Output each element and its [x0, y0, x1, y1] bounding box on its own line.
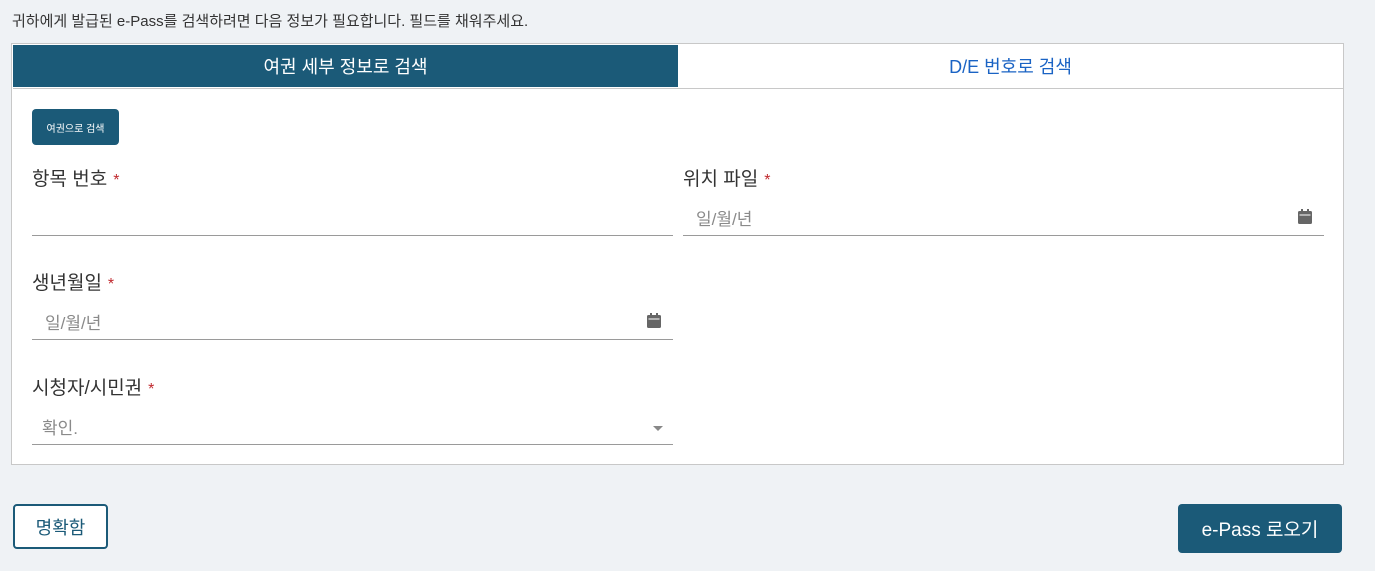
required-mark: *: [764, 172, 771, 189]
search-panel: 여권 세부 정보로 검색 D/E 번호로 검색 여권으로 검색 항목 번호 * …: [11, 43, 1344, 465]
birth-date-field: 생년월일 * 일/월/년: [32, 268, 673, 340]
search-tabs: 여권 세부 정보로 검색 D/E 번호로 검색: [13, 45, 1343, 89]
tab-de-number[interactable]: D/E 번호로 검색: [678, 45, 1343, 87]
location-file-field: 위치 파일 * 일/월/년: [683, 164, 1324, 236]
item-number-field: 항목 번호 *: [32, 164, 673, 236]
birth-date-label: 생년월일: [32, 273, 102, 294]
chevron-down-icon[interactable]: [653, 426, 663, 431]
citizenship-select[interactable]: 확인.: [32, 408, 673, 445]
intro-text: 귀하에게 발급된 e-Pass를 검색하려면 다음 정보가 필요합니다. 필드를…: [12, 13, 529, 30]
calendar-icon[interactable]: [1298, 209, 1312, 224]
tab-passport-details[interactable]: 여권 세부 정보로 검색: [13, 45, 678, 87]
epass-lookup-button[interactable]: e-Pass 로오기: [1178, 504, 1342, 553]
calendar-icon[interactable]: [647, 313, 661, 328]
item-number-input[interactable]: [32, 199, 673, 236]
location-file-placeholder: 일/월/년: [696, 209, 753, 229]
location-file-date-input[interactable]: 일/월/년: [683, 199, 1324, 236]
required-mark: *: [148, 381, 155, 398]
required-mark: *: [113, 172, 120, 189]
search-by-passport-button[interactable]: 여권으로 검색: [32, 109, 119, 145]
birth-date-input[interactable]: 일/월/년: [32, 303, 673, 340]
citizenship-selected-value: 확인.: [42, 418, 79, 438]
location-file-label: 위치 파일: [683, 169, 759, 190]
clear-button[interactable]: 명확함: [13, 504, 108, 549]
birth-date-placeholder: 일/월/년: [45, 313, 102, 333]
required-mark: *: [107, 276, 115, 293]
citizenship-field: 시청자/시민권 * 확인.: [32, 373, 673, 445]
item-number-label: 항목 번호: [32, 169, 108, 190]
citizenship-label: 시청자/시민권: [32, 378, 143, 399]
